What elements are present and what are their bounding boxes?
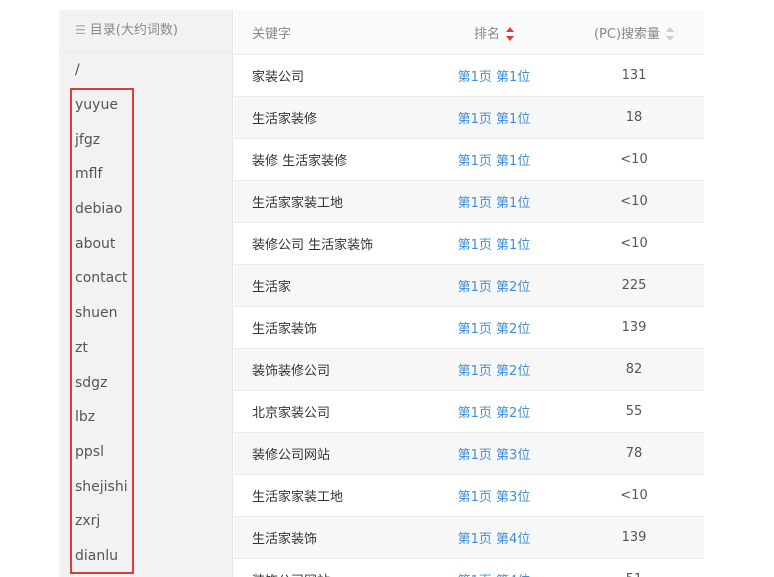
directory-title: 目录(大约词数) — [89, 23, 178, 38]
volume-cell: <10 — [564, 474, 704, 517]
table-row: 装修公司网站 第1页 第3位 78 — [234, 432, 704, 475]
volume-cell: 139 — [564, 516, 704, 559]
keyword-cell: 生活家装饰 — [234, 306, 424, 349]
keyword-cell: 装饰装修公司 — [234, 348, 424, 391]
table-row: 生活家家装工地 第1页 第1位 <10 — [234, 180, 704, 223]
header-rank[interactable]: 排名 — [424, 10, 564, 55]
table-row: 生活家 第1页 第2位 225 — [234, 264, 704, 307]
keyword-table-container: 关键字 排名 (PC)搜索量 家装公司 第1页 第1位 131 生活家装修 第1页 第1… — [234, 10, 704, 577]
header-volume-label: (PC)搜索量 — [593, 26, 661, 42]
table-row: 装饰公司网站第1页 第4位51 — [234, 558, 704, 577]
directory-item[interactable]: jfgz — [59, 123, 232, 158]
keyword-cell: 生活家装修 — [234, 96, 424, 139]
directory-item[interactable]: sdgz — [59, 366, 232, 401]
table-row: 生活家家装工地 第1页 第3位 <10 — [234, 474, 704, 517]
directory-list: / yuyue jfgz mflf debiao about contact shuen zt s… — [59, 52, 232, 574]
table-row: 生活家装饰 第1页 第4位 139 — [234, 516, 704, 559]
rank-cell[interactable]: 第1页 第1位 — [424, 180, 564, 223]
keyword-cell: 装修公司 生活家装饰 — [234, 222, 424, 265]
keyword-cell: 生活家家装工地 — [234, 180, 424, 223]
keyword-cell: 装修 生活家装修 — [234, 138, 424, 181]
directory-item[interactable]: ppsl — [59, 435, 232, 470]
directory-item[interactable]: yuyue — [59, 88, 232, 123]
rank-cell[interactable]: 第1页 第2位 — [424, 306, 564, 349]
directory-item[interactable]: debiao — [59, 192, 232, 227]
table-row: 家装公司 第1页 第1位 131 — [234, 54, 704, 97]
table-row: 装修 生活家装修 第1页 第1位 <10 — [234, 138, 704, 181]
table-row: 装修公司 生活家装饰 第1页 第1位 <10 — [234, 222, 704, 265]
volume-cell: 131 — [564, 54, 704, 97]
directory-item[interactable]: about — [59, 227, 232, 262]
keyword-cell: 生活家家装工地 — [234, 474, 424, 517]
sort-icon[interactable] — [506, 27, 514, 41]
rank-cell[interactable]: 第1页 第2位 — [424, 390, 564, 433]
volume-cell: 225 — [564, 264, 704, 307]
keyword-cell: 家装公司 — [234, 54, 424, 97]
directory-item[interactable]: shuen — [59, 296, 232, 331]
keyword-cell: 生活家 — [234, 264, 424, 307]
volume-cell: <10 — [564, 222, 704, 265]
rank-cell[interactable]: 第1页 第4位 — [424, 516, 564, 559]
volume-cell: 18 — [564, 96, 704, 139]
keyword-cell: 北京家装公司 — [234, 390, 424, 433]
rank-cell[interactable]: 第1页 第4位 — [424, 558, 564, 577]
volume-cell: <10 — [564, 180, 704, 223]
directory-item[interactable]: / — [59, 52, 232, 88]
directory-item[interactable]: dianlu — [59, 539, 232, 574]
rank-cell[interactable]: 第1页 第3位 — [424, 474, 564, 517]
sort-icon[interactable] — [666, 27, 675, 41]
directory-item[interactable]: mflf — [59, 157, 232, 192]
table-row: 生活家装饰 第1页 第2位 139 — [234, 306, 704, 349]
rank-cell[interactable]: 第1页 第1位 — [424, 96, 564, 139]
table-row: 生活家装修 第1页 第1位 18 — [234, 96, 704, 139]
volume-cell: 78 — [564, 432, 704, 475]
volume-cell: <10 — [564, 138, 704, 181]
directory-item[interactable]: contact — [59, 261, 232, 296]
header-volume[interactable]: (PC)搜索量 — [564, 10, 704, 55]
keyword-table: 关键字 排名 (PC)搜索量 家装公司 第1页 第1位 131 生活家装修 第1页 第1… — [234, 10, 704, 577]
volume-cell: 55 — [564, 390, 704, 433]
directory-header: ☰ 目录(大约词数) — [59, 10, 232, 52]
directory-item[interactable]: lbz — [59, 400, 232, 435]
directory-item[interactable]: zxrj — [59, 504, 232, 539]
keyword-cell: 装饰公司网站 — [234, 558, 424, 577]
rank-cell[interactable]: 第1页 第3位 — [424, 432, 564, 475]
table-header-row: 关键字 排名 (PC)搜索量 — [234, 10, 704, 55]
rank-cell[interactable]: 第1页 第2位 — [424, 348, 564, 391]
header-keyword: 关键字 — [234, 10, 424, 55]
directory-item[interactable]: zt — [59, 331, 232, 366]
directory-item[interactable]: shejishi — [59, 470, 232, 505]
header-rank-label: 排名 — [473, 26, 500, 42]
list-icon: ☰ — [75, 23, 86, 37]
rank-cell[interactable]: 第1页 第2位 — [424, 264, 564, 307]
table-row: 装饰装修公司 第1页 第2位 82 — [234, 348, 704, 391]
rank-cell[interactable]: 第1页 第1位 — [424, 54, 564, 97]
rank-cell[interactable]: 第1页 第1位 — [424, 138, 564, 181]
directory-sidebar: ☰ 目录(大约词数) / yuyue jfgz mflf debiao about conta… — [59, 10, 233, 577]
volume-cell: 139 — [564, 306, 704, 349]
table-row: 北京家装公司 第1页 第2位 55 — [234, 390, 704, 433]
keyword-cell: 装修公司网站 — [234, 432, 424, 475]
rank-cell[interactable]: 第1页 第1位 — [424, 222, 564, 265]
volume-cell: 51 — [564, 558, 704, 577]
keyword-cell: 生活家装饰 — [234, 516, 424, 559]
volume-cell: 82 — [564, 348, 704, 391]
